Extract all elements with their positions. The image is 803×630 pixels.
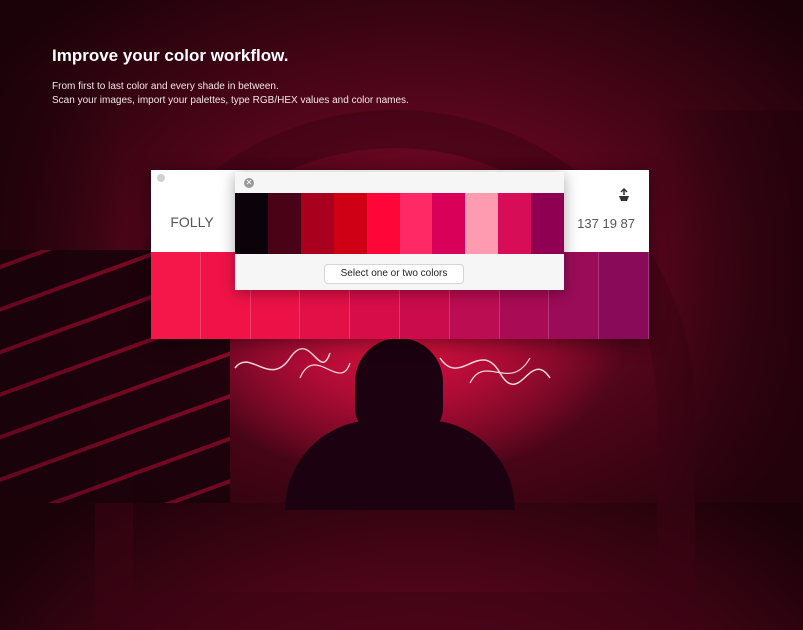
color-swatch[interactable] xyxy=(300,193,334,254)
hero-line-1: From first to last color and every shade… xyxy=(52,81,279,92)
color-swatch[interactable] xyxy=(333,193,367,254)
hero-title: Improve your color workflow. xyxy=(52,46,289,65)
swatch-row xyxy=(235,193,565,254)
hero-line-2: Scan your images, import your palettes, … xyxy=(52,95,409,106)
color-swatch[interactable] xyxy=(531,193,565,254)
tunnel-right-wall xyxy=(653,110,803,503)
color-picker-popover: ✕ Select one or two colors xyxy=(235,172,565,290)
color-swatch[interactable] xyxy=(267,193,301,254)
color-swatch[interactable] xyxy=(399,193,433,254)
color-name: FOLLY xyxy=(170,214,214,230)
window-close-button[interactable] xyxy=(157,174,165,182)
shade-swatch[interactable] xyxy=(599,252,649,339)
export-icon[interactable] xyxy=(617,188,631,202)
select-colors-button[interactable]: Select one or two colors xyxy=(324,264,464,284)
color-swatch[interactable] xyxy=(366,193,400,254)
color-swatch[interactable] xyxy=(432,193,466,254)
hero: Improve your color workflow. From first … xyxy=(52,46,409,108)
close-icon[interactable]: ✕ xyxy=(244,178,254,188)
color-swatch[interactable] xyxy=(235,193,268,254)
shade-swatch[interactable] xyxy=(151,252,201,339)
color-swatch[interactable] xyxy=(498,193,532,254)
rgb-values: 137 19 87 xyxy=(577,216,635,231)
color-swatch[interactable] xyxy=(465,193,499,254)
